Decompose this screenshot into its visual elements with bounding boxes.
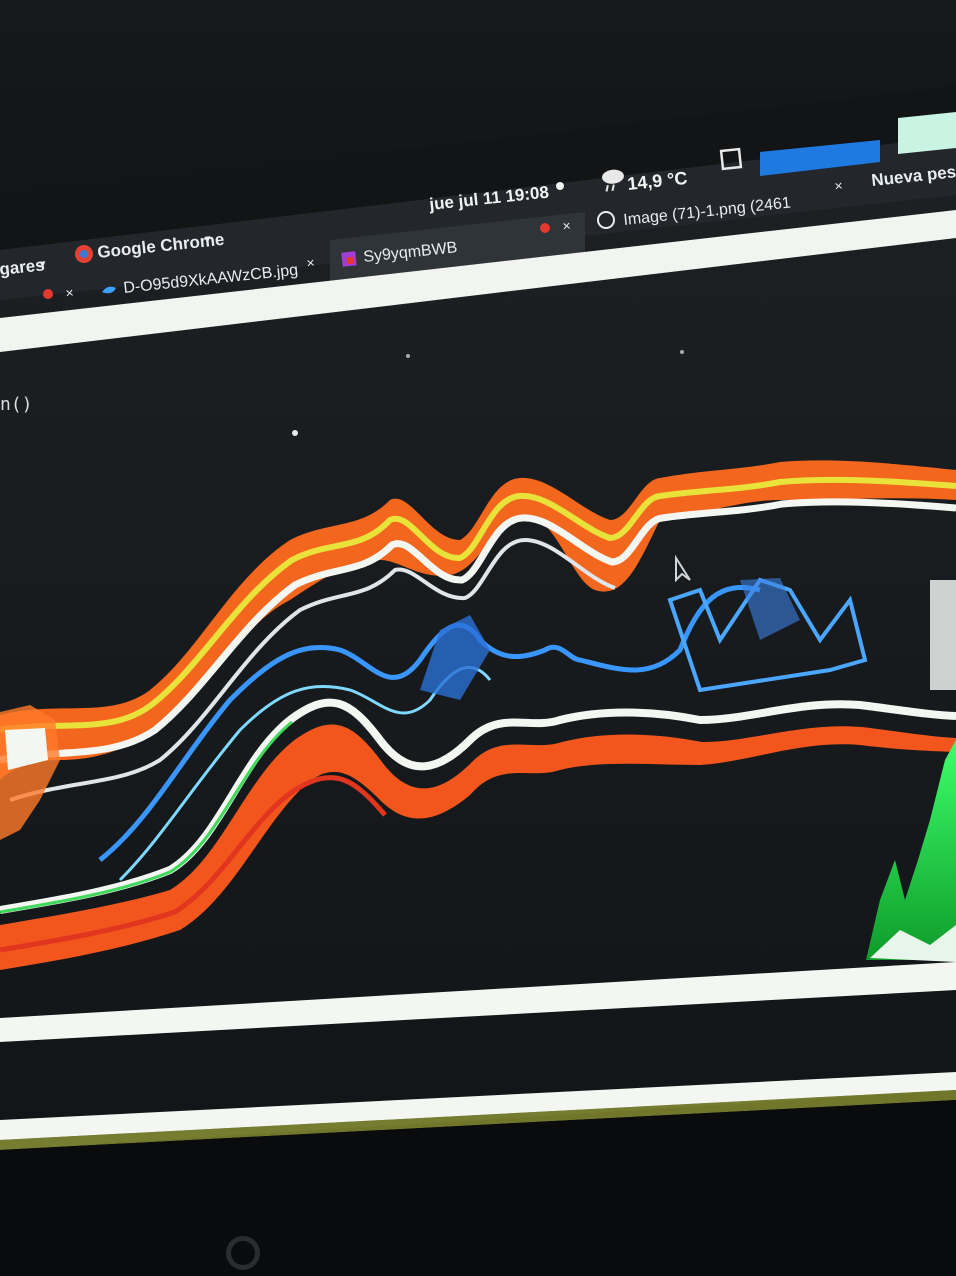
tab-2-close-icon[interactable]: × [562, 217, 572, 234]
power-button-icon[interactable] [226, 1236, 260, 1270]
code-fragment: n() [0, 394, 33, 415]
pixel-speck [680, 350, 684, 354]
tab-close-icon[interactable]: × [65, 284, 75, 301]
app-icon-accent [346, 256, 355, 265]
tab-2-recording-dot-icon [540, 223, 550, 233]
pixel-speck [406, 354, 410, 358]
pixel-speck [292, 430, 298, 436]
monitor-screen: jue jul 11 19:08 14,9 °C gares ▾ Google … [0, 86, 956, 1276]
tab-3-close-icon[interactable]: × [834, 177, 844, 194]
clock-dot-icon [556, 182, 564, 190]
chrome-icon-center [80, 250, 88, 258]
tray-mint-indicator [898, 112, 956, 154]
recording-dot-icon [43, 289, 53, 299]
tab-1-close-icon[interactable]: × [306, 254, 316, 271]
white-block-right [930, 580, 956, 690]
photo-background: jue jul 11 19:08 14,9 °C gares ▾ Google … [0, 0, 956, 1276]
